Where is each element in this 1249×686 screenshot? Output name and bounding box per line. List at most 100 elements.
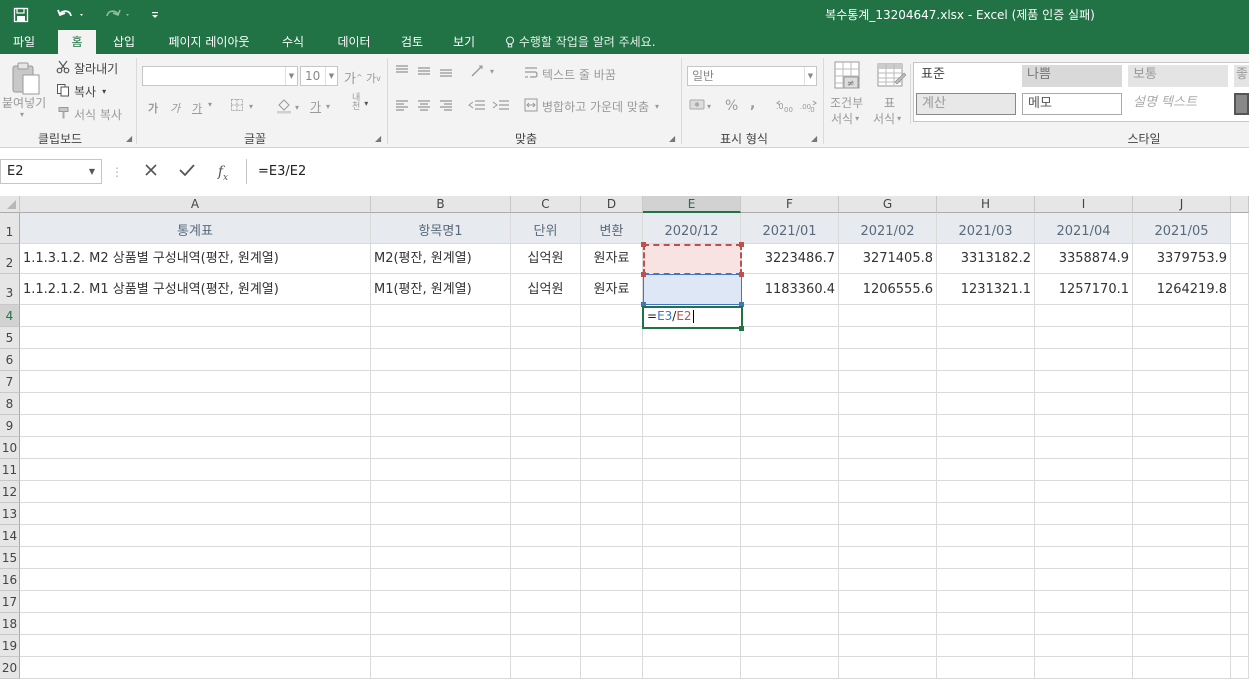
data-cell[interactable]: 1206555.6 bbox=[839, 274, 937, 305]
empty-cell[interactable] bbox=[1231, 437, 1249, 459]
tab-home[interactable]: 홈 bbox=[58, 30, 96, 54]
grow-font-button[interactable]: 가 ^ bbox=[344, 68, 363, 87]
customize-quick-access-icon[interactable] bbox=[146, 4, 164, 26]
clipboard-launcher-icon[interactable]: ◢ bbox=[126, 134, 132, 143]
paste-dropdown-icon[interactable]: ▾ bbox=[20, 110, 24, 119]
column-title-cell[interactable]: 2021/02 bbox=[839, 213, 937, 244]
column-title-cell[interactable]: 2021/04 bbox=[1035, 213, 1133, 244]
column-title-cell[interactable]: 변환 bbox=[581, 213, 643, 244]
empty-cell[interactable] bbox=[839, 415, 937, 437]
row-header-17[interactable]: 17 bbox=[0, 591, 20, 613]
empty-cell[interactable] bbox=[371, 481, 511, 503]
font-launcher-icon[interactable]: ◢ bbox=[375, 134, 381, 143]
column-header-k[interactable] bbox=[1231, 196, 1249, 213]
empty-cell[interactable] bbox=[839, 503, 937, 525]
data-cell[interactable]: 3313182.2 bbox=[937, 244, 1035, 274]
data-cell[interactable]: M2(평잔, 원계열) bbox=[371, 244, 511, 274]
row-header-2[interactable]: 2 bbox=[0, 244, 20, 274]
shrink-font-button[interactable]: 가v bbox=[366, 70, 381, 86]
empty-cell[interactable] bbox=[1133, 393, 1231, 415]
style-note[interactable]: 메모 bbox=[1022, 93, 1122, 115]
empty-cell[interactable] bbox=[511, 349, 581, 371]
empty-cell[interactable] bbox=[20, 305, 371, 327]
empty-cell[interactable] bbox=[1035, 547, 1133, 569]
empty-cell[interactable] bbox=[1231, 415, 1249, 437]
empty-cell[interactable] bbox=[20, 327, 371, 349]
empty-cell[interactable] bbox=[741, 327, 839, 349]
data-cell[interactable]: 1.1.3.1.2. M2 상품별 구성내역(평잔, 원계열) bbox=[20, 244, 371, 274]
empty-cell[interactable] bbox=[1231, 274, 1249, 305]
empty-cell[interactable] bbox=[741, 371, 839, 393]
empty-cell[interactable] bbox=[1133, 591, 1231, 613]
empty-cell[interactable] bbox=[1231, 503, 1249, 525]
paste-icon[interactable] bbox=[8, 60, 42, 96]
empty-cell[interactable] bbox=[371, 393, 511, 415]
tab-data[interactable]: 데이터 bbox=[326, 30, 382, 54]
column-header-d[interactable]: D bbox=[581, 196, 643, 213]
empty-cell[interactable] bbox=[643, 503, 741, 525]
empty-cell[interactable] bbox=[937, 591, 1035, 613]
empty-cell[interactable] bbox=[741, 415, 839, 437]
empty-cell[interactable] bbox=[643, 613, 741, 635]
style-check-cell[interactable] bbox=[1234, 93, 1249, 115]
column-header-j[interactable]: J bbox=[1133, 196, 1231, 213]
empty-cell[interactable] bbox=[511, 415, 581, 437]
empty-cell[interactable] bbox=[1133, 547, 1231, 569]
column-title-cell[interactable]: 통계표 bbox=[20, 213, 371, 244]
empty-cell[interactable] bbox=[1035, 327, 1133, 349]
empty-cell[interactable] bbox=[1231, 393, 1249, 415]
ref-handle[interactable] bbox=[739, 242, 744, 247]
empty-cell[interactable] bbox=[741, 613, 839, 635]
empty-cell[interactable] bbox=[371, 613, 511, 635]
empty-cell[interactable] bbox=[511, 327, 581, 349]
data-cell[interactable]: 원자료 bbox=[581, 244, 643, 274]
row-header-16[interactable]: 16 bbox=[0, 569, 20, 591]
cell-edit-text[interactable]: =E3/E2 bbox=[647, 309, 694, 323]
empty-cell[interactable] bbox=[511, 569, 581, 591]
data-cell[interactable]: 1.1.2.1.2. M1 상품별 구성내역(평잔, 원계열) bbox=[20, 274, 371, 305]
borders-button[interactable]: ▾ bbox=[230, 98, 253, 115]
tab-view[interactable]: 보기 bbox=[444, 30, 484, 54]
empty-cell[interactable] bbox=[1133, 415, 1231, 437]
empty-cell[interactable] bbox=[511, 481, 581, 503]
data-cell[interactable]: 1231321.1 bbox=[937, 274, 1035, 305]
empty-cell[interactable] bbox=[1035, 635, 1133, 657]
style-explanatory[interactable]: 설명 텍스트 bbox=[1128, 93, 1228, 115]
align-right-icon[interactable] bbox=[438, 99, 454, 113]
empty-cell[interactable] bbox=[839, 371, 937, 393]
column-header-h[interactable]: H bbox=[937, 196, 1035, 213]
empty-cell[interactable] bbox=[741, 459, 839, 481]
empty-cell[interactable] bbox=[20, 657, 371, 679]
empty-cell[interactable] bbox=[371, 437, 511, 459]
empty-cell[interactable] bbox=[371, 547, 511, 569]
style-normal[interactable]: 표준 bbox=[916, 65, 1016, 87]
empty-cell[interactable] bbox=[937, 569, 1035, 591]
data-cell[interactable]: 3379753.9 bbox=[1133, 244, 1231, 274]
empty-cell[interactable] bbox=[20, 547, 371, 569]
row-header-10[interactable]: 10 bbox=[0, 437, 20, 459]
empty-cell[interactable] bbox=[741, 635, 839, 657]
empty-cell[interactable] bbox=[20, 481, 371, 503]
empty-cell[interactable] bbox=[511, 613, 581, 635]
empty-cell[interactable] bbox=[741, 591, 839, 613]
column-title-cell[interactable]: 2021/05 bbox=[1133, 213, 1231, 244]
underline-dropdown-icon[interactable]: ▾ bbox=[208, 100, 212, 109]
empty-cell[interactable] bbox=[741, 481, 839, 503]
style-calculation[interactable]: 계산 bbox=[916, 93, 1016, 115]
empty-cell[interactable] bbox=[581, 569, 643, 591]
empty-cell[interactable] bbox=[1133, 657, 1231, 679]
increase-decimal-icon[interactable]: .0 00 bbox=[776, 99, 794, 113]
empty-cell[interactable] bbox=[20, 613, 371, 635]
underline-button[interactable]: 가 bbox=[192, 100, 202, 116]
empty-cell[interactable] bbox=[643, 437, 741, 459]
empty-cell[interactable] bbox=[937, 547, 1035, 569]
empty-cell[interactable] bbox=[511, 547, 581, 569]
undo-icon[interactable] bbox=[54, 4, 88, 26]
accounting-format-button[interactable]: ▾ bbox=[689, 98, 711, 115]
empty-cell[interactable] bbox=[1133, 635, 1231, 657]
empty-cell[interactable] bbox=[20, 503, 371, 525]
column-header-i[interactable]: I bbox=[1035, 196, 1133, 213]
empty-cell[interactable] bbox=[1231, 349, 1249, 371]
tab-file[interactable]: 파일 bbox=[0, 30, 48, 54]
empty-cell[interactable] bbox=[20, 569, 371, 591]
